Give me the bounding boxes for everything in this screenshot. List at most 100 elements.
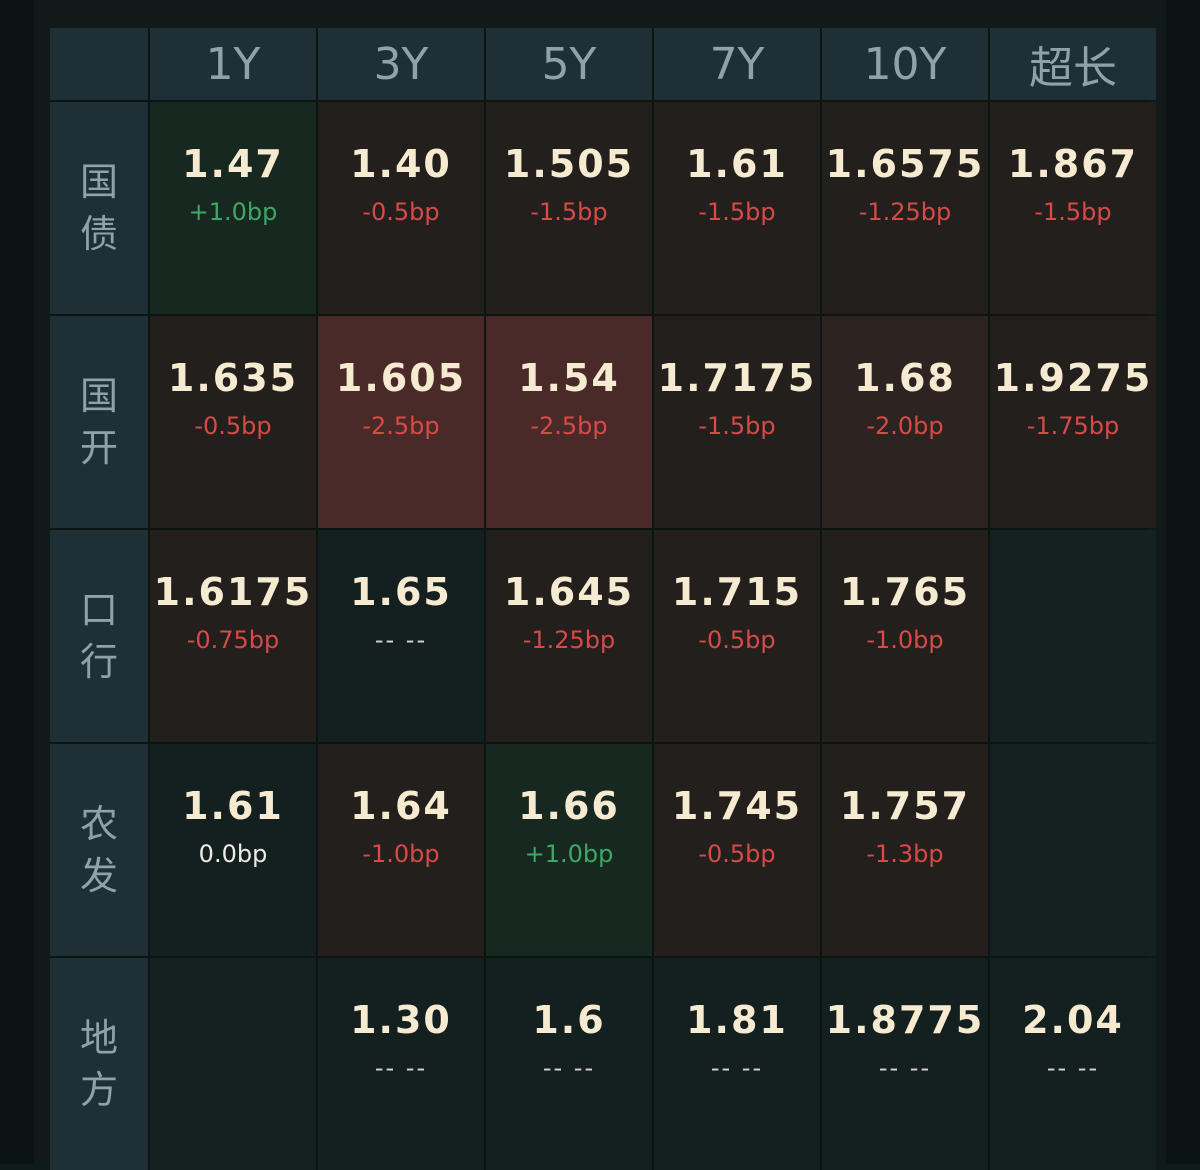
column-header-7y[interactable]: 7Y: [654, 28, 820, 100]
row-label-adbc[interactable]: 农发: [50, 744, 148, 956]
yield-value: 1.715: [671, 570, 803, 614]
yield-change: -1.5bp: [1034, 198, 1112, 226]
yield-value: 1.66: [518, 784, 620, 828]
yield-value: 1.30: [350, 998, 452, 1042]
yield-value: 1.8775: [825, 998, 985, 1042]
yield-value: 1.645: [503, 570, 635, 614]
yield-value: 1.61: [686, 142, 788, 186]
row-label-char: 行: [79, 640, 118, 684]
yield-value: 1.867: [1007, 142, 1139, 186]
yield-cell[interactable]: 1.8775 -- --: [822, 958, 988, 1170]
yield-cell[interactable]: 1.68 -2.0bp: [822, 316, 988, 528]
yield-value: 1.65: [350, 570, 452, 614]
yield-cell: [990, 744, 1156, 956]
yield-value: 1.6575: [825, 142, 985, 186]
row-label-char: 口: [79, 588, 118, 632]
yield-value: 1.64: [350, 784, 452, 828]
yield-value: 1.61: [182, 784, 284, 828]
yield-change: -- --: [878, 1054, 932, 1082]
yield-cell[interactable]: 1.81 -- --: [654, 958, 820, 1170]
row-label-char: 地: [79, 1016, 118, 1060]
yield-cell[interactable]: 1.40 -0.5bp: [318, 102, 484, 314]
yield-cell[interactable]: 1.30 -- --: [318, 958, 484, 1170]
yield-change: -0.5bp: [194, 412, 272, 440]
yield-value: 1.54: [518, 356, 620, 400]
column-header-1y[interactable]: 1Y: [150, 28, 316, 100]
row-label-char: 方: [79, 1068, 118, 1112]
yield-change: -1.5bp: [530, 198, 608, 226]
row-label-treasury[interactable]: 国债: [50, 102, 148, 314]
yield-change: +1.0bp: [524, 840, 614, 868]
yield-change: -- --: [374, 626, 428, 654]
yield-change: -- --: [542, 1054, 596, 1082]
yield-change: -1.5bp: [698, 412, 776, 440]
yield-change: -2.0bp: [866, 412, 944, 440]
yield-cell[interactable]: 1.505 -1.5bp: [486, 102, 652, 314]
row-label-char: 发: [79, 854, 118, 898]
yield-change: -1.75bp: [1026, 412, 1120, 440]
yield-cell[interactable]: 2.04 -- --: [990, 958, 1156, 1170]
yield-change: -- --: [1046, 1054, 1100, 1082]
yield-cell[interactable]: 1.6175 -0.75bp: [150, 530, 316, 742]
yield-cell[interactable]: 1.745 -0.5bp: [654, 744, 820, 956]
yield-value: 1.6: [532, 998, 606, 1042]
yield-value: 1.605: [335, 356, 467, 400]
column-header-5y[interactable]: 5Y: [486, 28, 652, 100]
row-label-char: 债: [79, 212, 118, 256]
yield-cell[interactable]: 1.47 +1.0bp: [150, 102, 316, 314]
yield-cell[interactable]: 1.765 -1.0bp: [822, 530, 988, 742]
yield-cell: [990, 530, 1156, 742]
row-label-local-gov[interactable]: 地方: [50, 958, 148, 1170]
column-header-ultra-long[interactable]: 超长: [990, 28, 1156, 100]
yield-cell[interactable]: 1.645 -1.25bp: [486, 530, 652, 742]
yield-value: 1.745: [671, 784, 803, 828]
yield-change: -1.0bp: [866, 626, 944, 654]
yield-change: -0.75bp: [186, 626, 280, 654]
left-margin: [0, 0, 34, 1164]
column-header-3y[interactable]: 3Y: [318, 28, 484, 100]
yield-cell[interactable]: 1.61 0.0bp: [150, 744, 316, 956]
row-label-char: 农: [79, 802, 118, 846]
row-label-char: 国: [79, 374, 118, 418]
yield-value: 2.04: [1022, 998, 1124, 1042]
column-header-10y[interactable]: 10Y: [822, 28, 988, 100]
yield-cell[interactable]: 1.6 -- --: [486, 958, 652, 1170]
yield-cell[interactable]: 1.605 -2.5bp: [318, 316, 484, 528]
yield-cell[interactable]: 1.867 -1.5bp: [990, 102, 1156, 314]
yield-value: 1.505: [503, 142, 635, 186]
yield-cell[interactable]: 1.66 +1.0bp: [486, 744, 652, 956]
row-label-char: 国: [79, 160, 118, 204]
yield-value: 1.47: [182, 142, 284, 186]
yield-value: 1.7175: [657, 356, 817, 400]
yield-value: 1.68: [854, 356, 956, 400]
yield-change: -0.5bp: [362, 198, 440, 226]
row-label-cdb[interactable]: 国开: [50, 316, 148, 528]
yield-change: -- --: [710, 1054, 764, 1082]
yield-cell[interactable]: 1.6575 -1.25bp: [822, 102, 988, 314]
yield-cell[interactable]: 1.61 -1.5bp: [654, 102, 820, 314]
yield-change: -2.5bp: [530, 412, 608, 440]
yield-change: -- --: [374, 1054, 428, 1082]
row-label-char: 开: [79, 426, 118, 470]
yield-change: -0.5bp: [698, 840, 776, 868]
yield-cell[interactable]: 1.757 -1.3bp: [822, 744, 988, 956]
row-label-exim[interactable]: 口行: [50, 530, 148, 742]
yield-value: 1.757: [839, 784, 971, 828]
yield-cell[interactable]: 1.64 -1.0bp: [318, 744, 484, 956]
yield-value: 1.9275: [993, 356, 1153, 400]
yield-value: 1.40: [350, 142, 452, 186]
yield-change: -1.0bp: [362, 840, 440, 868]
yield-cell[interactable]: 1.54 -2.5bp: [486, 316, 652, 528]
header-corner: [50, 28, 148, 100]
yield-cell[interactable]: 1.65 -- --: [318, 530, 484, 742]
yield-cell[interactable]: 1.7175 -1.5bp: [654, 316, 820, 528]
yield-cell: [150, 958, 316, 1170]
yield-board-screen: 1Y 3Y 5Y 7Y 10Y 超长 国债 1.47 +1.0bp 1.40 -0.5b…: [0, 0, 1200, 1170]
yield-cell[interactable]: 1.715 -0.5bp: [654, 530, 820, 742]
yield-change: -1.25bp: [858, 198, 952, 226]
yield-cell[interactable]: 1.9275 -1.75bp: [990, 316, 1156, 528]
yield-change: -0.5bp: [698, 626, 776, 654]
yield-cell[interactable]: 1.635 -0.5bp: [150, 316, 316, 528]
yield-change: -1.5bp: [698, 198, 776, 226]
yield-change: -1.3bp: [866, 840, 944, 868]
